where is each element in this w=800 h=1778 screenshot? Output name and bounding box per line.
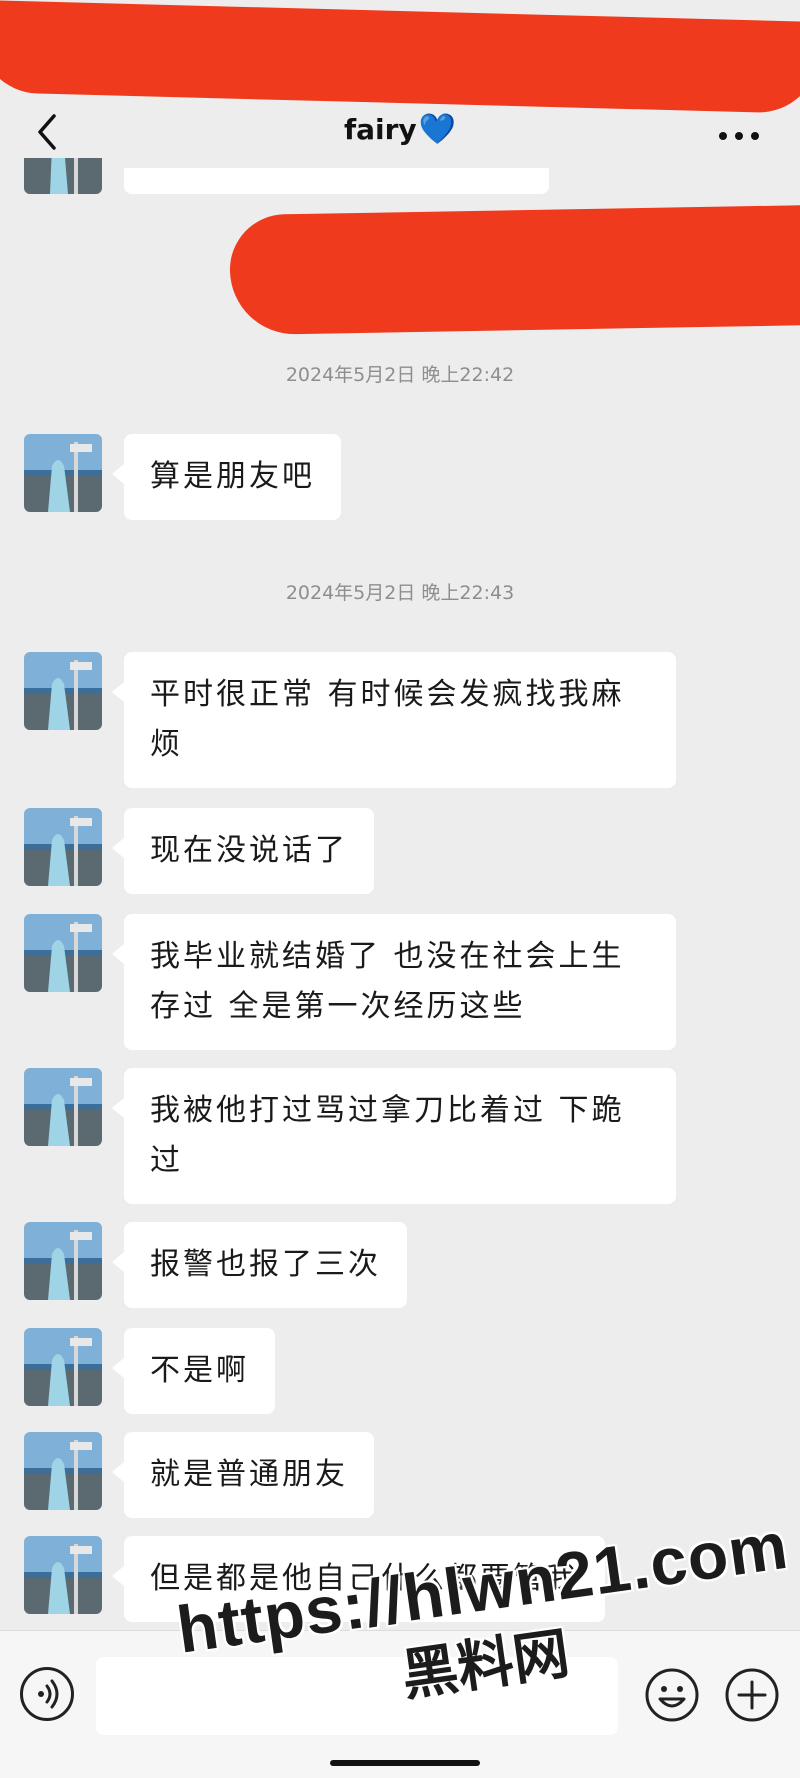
chat-header: fairy💙 bbox=[0, 92, 800, 172]
message-bubble: 我被他打过骂过拿刀比着过 下跪过 bbox=[112, 1068, 676, 1204]
message-bubble: 我毕业就结婚了 也没在社会上生存过 全是第一次经历这些 bbox=[112, 914, 676, 1050]
contact-name: fairy bbox=[343, 113, 417, 146]
message-bubble: 报警也报了三次 bbox=[112, 1222, 407, 1308]
voice-icon[interactable] bbox=[20, 1667, 74, 1721]
message-bubble: 现在没说话了 bbox=[112, 808, 374, 894]
redaction-mark-middle bbox=[228, 204, 800, 336]
avatar[interactable] bbox=[24, 1222, 102, 1300]
avatar[interactable] bbox=[24, 914, 102, 992]
message-bubble: 平时很正常 有时候会发疯找我麻烦 bbox=[112, 652, 676, 788]
avatar[interactable] bbox=[24, 434, 102, 512]
plus-icon[interactable] bbox=[724, 1667, 780, 1723]
more-icon[interactable] bbox=[718, 126, 760, 140]
message-bubble: 算是朋友吧 bbox=[112, 434, 341, 520]
message-bubble-partial bbox=[124, 168, 549, 194]
message-bubble: 不是啊 bbox=[112, 1328, 275, 1414]
avatar[interactable] bbox=[24, 1068, 102, 1146]
home-indicator bbox=[330, 1760, 480, 1766]
timestamp: 2024年5月2日 晚上22:42 bbox=[285, 364, 515, 386]
avatar[interactable] bbox=[24, 808, 102, 886]
timestamp: 2024年5月2日 晚上22:43 bbox=[285, 582, 515, 604]
message-bubble: 就是普通朋友 bbox=[112, 1432, 374, 1518]
avatar[interactable] bbox=[24, 158, 102, 194]
avatar[interactable] bbox=[24, 1328, 102, 1406]
heart-emoji: 💙 bbox=[418, 112, 457, 147]
avatar[interactable] bbox=[24, 1432, 102, 1510]
avatar[interactable] bbox=[24, 652, 102, 730]
avatar[interactable] bbox=[24, 1536, 102, 1614]
chat-title: fairy💙 bbox=[0, 112, 800, 147]
